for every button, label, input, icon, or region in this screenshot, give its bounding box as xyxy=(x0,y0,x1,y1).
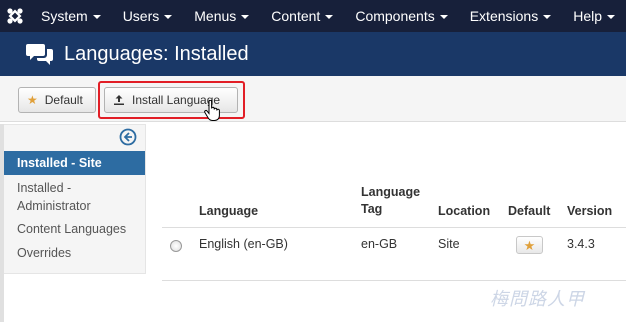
menu-label: Menus xyxy=(194,8,237,24)
collapse-sidebar-icon[interactable] xyxy=(119,128,137,146)
joomla-logo-icon[interactable] xyxy=(0,0,30,32)
menu-content[interactable]: Content xyxy=(260,0,344,32)
star-icon: ★ xyxy=(523,237,536,253)
caret-down-icon xyxy=(325,15,334,20)
speech-bubbles-icon xyxy=(26,44,53,65)
header-line: Tag xyxy=(361,202,383,216)
cell-location: Site xyxy=(438,237,460,251)
row-select-radio[interactable] xyxy=(170,240,182,252)
menu-system[interactable]: System xyxy=(30,0,112,32)
cell-language-tag: en-GB xyxy=(361,237,398,251)
column-header-location[interactable]: Location xyxy=(438,203,490,220)
menu-menus[interactable]: Menus xyxy=(183,0,260,32)
menu-label: Help xyxy=(573,8,602,24)
menu-label: Users xyxy=(122,8,160,24)
sidebar: Installed - Site Installed - Administrat… xyxy=(4,124,146,274)
hand-cursor-icon xyxy=(204,100,220,121)
column-header-default[interactable]: Default xyxy=(508,203,550,220)
page-header: Languages: Installed xyxy=(0,32,626,76)
sidebar-item-installed-site[interactable]: Installed - Site xyxy=(4,151,145,175)
sidebar-item-label: Administrator xyxy=(17,199,91,213)
column-header-version[interactable]: Version xyxy=(567,203,612,220)
menu-label: Extensions xyxy=(469,8,539,24)
cell-version: 3.4.3 xyxy=(567,237,595,251)
row-divider xyxy=(162,280,626,281)
menu-help[interactable]: Help xyxy=(562,0,626,32)
header-divider xyxy=(162,227,626,228)
cell-language: English (en-GB) xyxy=(199,237,288,251)
caret-down-icon xyxy=(607,15,615,20)
menu-label: System xyxy=(41,8,88,24)
caret-down-icon xyxy=(92,15,101,20)
menu-extensions[interactable]: Extensions xyxy=(459,0,562,32)
default-button[interactable]: ★ Default xyxy=(18,87,96,113)
watermark-text: 梅問路人甲 xyxy=(490,289,585,310)
sidebar-item-installed-administrator[interactable]: Installed - Administrator xyxy=(4,179,145,215)
highlight-box xyxy=(98,81,245,119)
sidebar-item-overrides[interactable]: Overrides xyxy=(4,244,145,262)
header-line: Language xyxy=(361,185,421,199)
menu-users[interactable]: Users xyxy=(112,0,184,32)
toolbar: ★ Default Install Language xyxy=(0,76,626,122)
default-button-label: Default xyxy=(44,93,83,107)
default-star-button[interactable]: ★ xyxy=(516,236,543,254)
menu-components[interactable]: Components xyxy=(344,0,458,32)
caret-down-icon xyxy=(543,15,552,20)
caret-down-icon xyxy=(439,15,448,20)
top-navbar: System Users Menus Content Components Ex… xyxy=(0,0,626,32)
star-icon: ★ xyxy=(27,93,38,107)
column-header-language-tag[interactable]: Language Tag xyxy=(361,184,420,218)
caret-down-icon xyxy=(164,15,173,20)
column-header-language[interactable]: Language xyxy=(199,203,258,220)
sidebar-item-label: Installed - xyxy=(17,181,72,195)
page-title: Languages: Installed xyxy=(64,42,249,65)
caret-down-icon xyxy=(241,15,250,20)
sidebar-item-content-languages[interactable]: Content Languages xyxy=(4,220,145,238)
menu-label: Content xyxy=(271,8,321,24)
menu-label: Components xyxy=(355,8,435,24)
